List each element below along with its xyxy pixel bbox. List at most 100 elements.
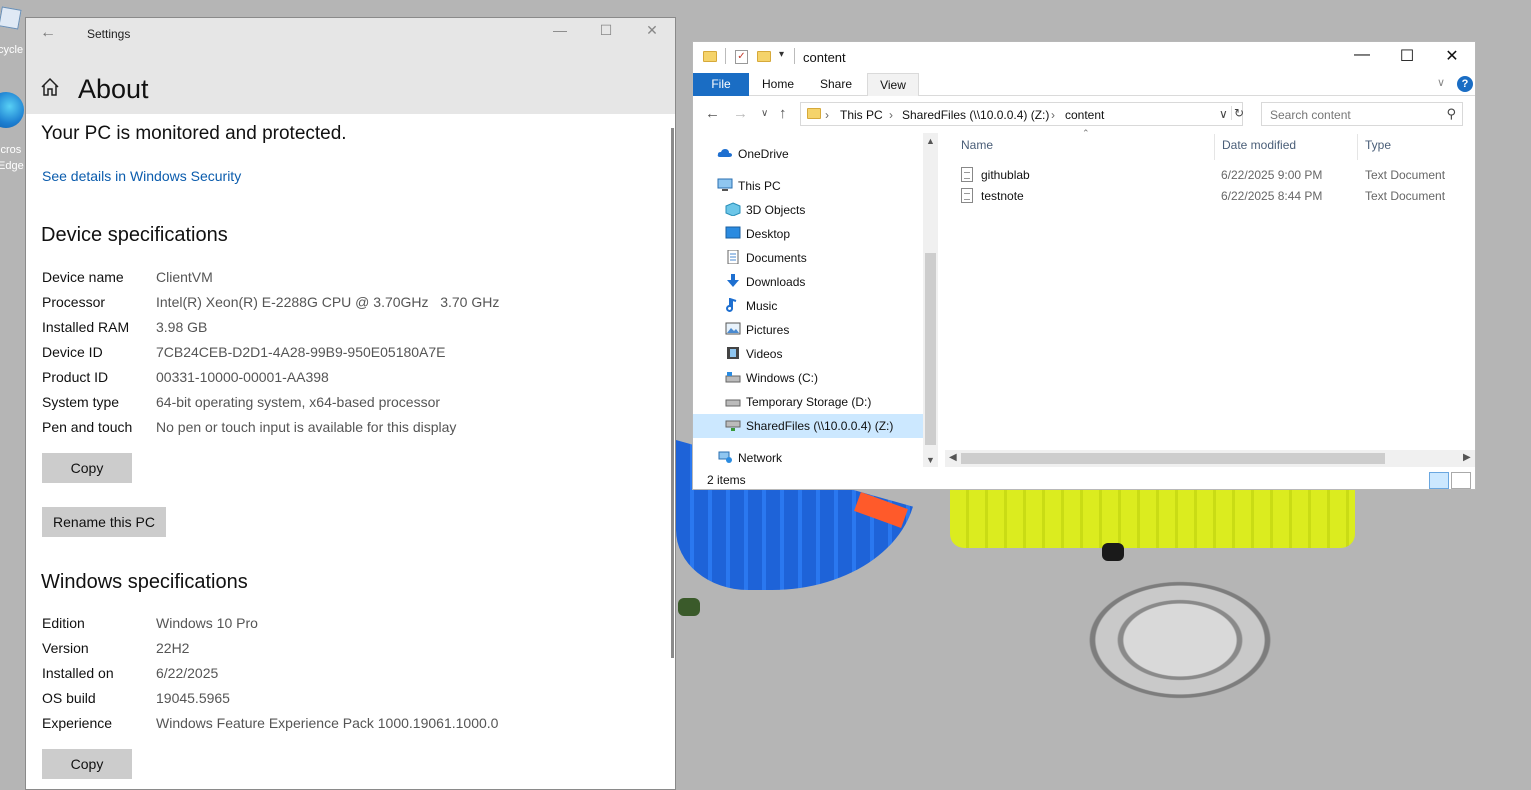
file-row[interactable]: testnote 6/22/2025 8:44 PM Text Document	[945, 185, 1475, 206]
copy-device-specs-button[interactable]: Copy	[42, 453, 132, 483]
address-bar[interactable]: › This PC › SharedFiles (\\10.0.0.4) (Z:…	[800, 102, 1244, 126]
spec-key: Experience	[42, 715, 113, 731]
item-count: 2 items	[707, 473, 746, 487]
tab-home[interactable]: Home	[753, 73, 803, 96]
paraglider-wing-yellow	[950, 490, 1355, 548]
nav-item-label: Music	[746, 299, 778, 313]
scroll-up-icon[interactable]: ▲	[926, 136, 935, 146]
spec-key: Installed RAM	[42, 319, 130, 335]
back-arrow-icon[interactable]: ←	[705, 105, 720, 122]
forward-arrow-icon[interactable]: →	[733, 105, 748, 122]
tab-view[interactable]: View	[867, 73, 919, 96]
search-input[interactable]: Search content	[1270, 108, 1351, 122]
nav-item-sharedfiles[interactable]: SharedFiles (\\10.0.0.4) (Z:)	[693, 414, 923, 438]
large-icons-view-icon[interactable]	[1451, 472, 1471, 489]
customize-qat-icon[interactable]: ▾	[779, 49, 784, 60]
recent-locations-icon[interactable]: ∨	[761, 108, 768, 119]
spec-value: 6/22/2025	[156, 665, 219, 681]
file-name: testnote	[981, 189, 1024, 203]
spec-row: Experience Windows Feature Experience Pac…	[42, 715, 642, 735]
expand-ribbon-icon[interactable]: ∨	[1437, 76, 1445, 89]
spec-key: Edition	[42, 615, 85, 631]
spec-value: 7CB24CEB-D2D1-4A28-99B9-950E05180A7E	[156, 344, 446, 360]
up-arrow-icon[interactable]: ↑	[779, 105, 787, 122]
close-button[interactable]: ✕	[1429, 46, 1475, 66]
spec-row: Pen and touch No pen or touch input is av…	[42, 419, 642, 439]
text-document-icon	[961, 167, 973, 182]
file-row[interactable]: githublab 6/22/2025 9:00 PM Text Documen…	[945, 164, 1475, 185]
maximize-button[interactable]: ☐	[1384, 46, 1430, 66]
help-icon[interactable]: ?	[1457, 76, 1473, 92]
desktop-icon	[725, 226, 741, 239]
nav-item-videos[interactable]: Videos	[725, 342, 915, 366]
home-icon[interactable]	[40, 77, 60, 97]
tab-share[interactable]: Share	[811, 73, 861, 96]
minimize-button[interactable]: —	[537, 22, 583, 38]
desktop-icon-label: icros Edge	[0, 144, 24, 172]
nav-item-label: Desktop	[746, 227, 791, 241]
copy-windows-specs-button[interactable]: Copy	[42, 749, 132, 779]
column-header-type[interactable]: Type	[1365, 138, 1391, 152]
folder-icon	[807, 108, 821, 119]
refresh-icon[interactable]: ↻	[1231, 106, 1244, 120]
file-date: 6/22/2025 9:00 PM	[1221, 168, 1323, 182]
page-title: About	[78, 74, 149, 104]
scrollbar-thumb[interactable]	[961, 453, 1385, 464]
horizontal-scrollbar[interactable]: ◀ ▶	[945, 450, 1475, 467]
nav-item-desktop[interactable]: Desktop	[725, 222, 915, 246]
videos-icon	[727, 347, 739, 359]
nav-item-3d-objects[interactable]: 3D Objects	[725, 198, 915, 222]
nav-item-label: SharedFiles (\\10.0.0.4) (Z:)	[746, 419, 894, 433]
nav-item-label: Videos	[746, 347, 783, 361]
breadcrumb-this-pc[interactable]: This PC	[840, 108, 883, 122]
address-dropdown-icon[interactable]: ∨	[1219, 107, 1228, 121]
minimize-button[interactable]: —	[1339, 46, 1385, 64]
nav-item-downloads[interactable]: Downloads	[725, 270, 915, 294]
details-view-icon[interactable]	[1429, 472, 1449, 489]
settings-window: ← Settings — ☐ ✕ About Your PC is monito…	[25, 17, 676, 790]
nav-item-label: OneDrive	[738, 147, 789, 161]
spec-value: 3.98 GB	[156, 319, 208, 335]
maximize-button[interactable]: ☐	[583, 22, 629, 39]
back-arrow-icon[interactable]: ←	[40, 24, 56, 42]
scroll-down-icon[interactable]: ▼	[926, 455, 935, 465]
new-folder-icon[interactable]	[757, 51, 771, 62]
tab-file[interactable]: File	[693, 73, 749, 96]
explorer-window: ✓ ▾ content — ☐ ✕ File Home Share View ∨…	[692, 41, 1476, 490]
nav-item-music[interactable]: Music	[725, 294, 915, 318]
properties-icon[interactable]: ✓	[735, 50, 748, 64]
settings-scrollbar[interactable]	[671, 128, 674, 658]
desktop-recycle-bin[interactable]: cycle	[0, 4, 24, 56]
column-header-name[interactable]: Name	[961, 138, 993, 152]
desktop-edge-shortcut[interactable]: icros Edge	[0, 92, 24, 172]
nav-item-onedrive[interactable]: OneDrive	[717, 142, 917, 166]
spec-value: Windows Feature Experience Pack 1000.190…	[156, 715, 499, 731]
scrollbar-thumb[interactable]	[925, 253, 936, 445]
nav-item-network[interactable]: Network	[717, 446, 917, 470]
nav-item-label: This PC	[738, 179, 781, 193]
nav-item-this-pc[interactable]: This PC	[717, 174, 917, 198]
scroll-left-icon[interactable]: ◀	[949, 452, 957, 463]
search-box[interactable]: Search content ⚲	[1261, 102, 1463, 126]
windows-security-link[interactable]: See details in Windows Security	[42, 168, 241, 184]
nav-item-documents[interactable]: Documents	[725, 246, 915, 270]
rename-pc-button[interactable]: Rename this PC	[42, 507, 166, 537]
spec-value: 22H2	[156, 640, 190, 656]
settings-header: About	[26, 50, 675, 114]
column-header-date[interactable]: Date modified	[1222, 138, 1296, 152]
scroll-right-icon[interactable]: ▶	[1463, 452, 1471, 463]
breadcrumb-content[interactable]: content	[1065, 108, 1104, 122]
nav-item-temporary-storage[interactable]: Temporary Storage (D:)	[725, 390, 915, 414]
folder-icon	[703, 51, 717, 62]
windows-spec-heading: Windows specifications	[41, 571, 248, 593]
nav-item-pictures[interactable]: Pictures	[725, 318, 915, 342]
drive-icon	[725, 399, 741, 407]
device-spec-heading: Device specifications	[41, 224, 228, 246]
nav-item-windows-c[interactable]: Windows (C:)	[725, 366, 915, 390]
spec-row: Edition Windows 10 Pro	[42, 615, 642, 635]
close-button[interactable]: ✕	[629, 22, 675, 39]
spec-row: Installed on 6/22/2025	[42, 665, 642, 685]
breadcrumb-sharedfiles[interactable]: SharedFiles (\\10.0.0.4) (Z:)	[902, 108, 1049, 122]
edge-icon	[0, 92, 24, 128]
navigation-scrollbar[interactable]: ▲ ▼	[923, 133, 938, 467]
